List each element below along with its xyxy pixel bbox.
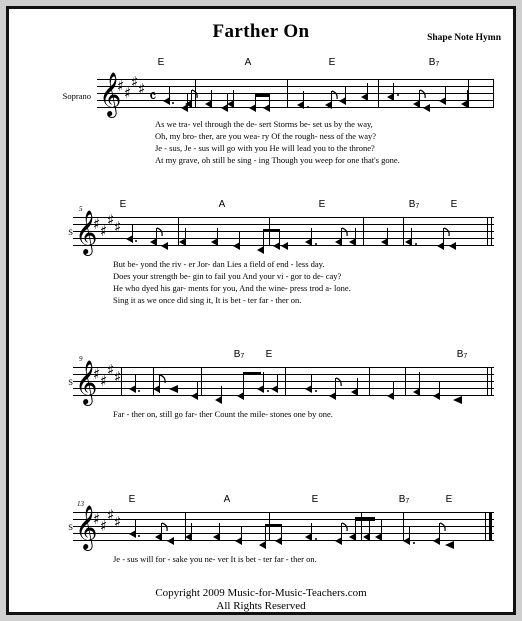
lyric-verse-line: Sing it as we once did sing it, It is be…	[113, 295, 302, 305]
page-margin: Farther On Shape Note Hymn Soprano E A E…	[0, 0, 522, 621]
lyric-verse-line: He who dyed his gar- ments for you, And …	[113, 283, 351, 293]
lyric-verse-line: As we tra- vel through the de- sert Stor…	[155, 119, 373, 129]
sheet-music-page: Farther On Shape Note Hymn Soprano E A E…	[9, 9, 513, 612]
svg-text:♯: ♯	[114, 513, 121, 531]
copyright-line-1: Copyright 2009 Music-for-Music-Teachers.…	[155, 587, 367, 599]
lyric-verse-line: Je - sus will for - sake you ne- ver It …	[113, 554, 317, 564]
page-frame-border: Farther On Shape Note Hymn Soprano E A E…	[6, 6, 516, 615]
lyric-verse-line: Je - sus, Je - sus will go with you He w…	[155, 143, 375, 153]
svg-text:𝄴: 𝄴	[149, 87, 157, 107]
svg-text:♯: ♯	[114, 218, 121, 236]
svg-text:♯: ♯	[114, 368, 121, 386]
copyright-line-2: All Rights Reserved	[216, 600, 306, 612]
lyric-verse-line: Does your strength be- gin to fail you A…	[113, 271, 342, 281]
lyric-verse-line: But be- yond the riv - er Jor- dan Lies …	[113, 259, 325, 269]
music-notation-system-1: 𝄞 ♯ ♯ ♯ ♯ 𝄴	[99, 72, 468, 118]
svg-text:♯: ♯	[138, 80, 145, 98]
lyric-verse-line: Oh, my bro- ther, are you wea- ry Of the…	[155, 131, 377, 141]
lyric-verse-line: At my grave, oh still be sing - ing Thou…	[155, 155, 400, 165]
lyric-verse-line: Far - ther on, still go far- ther Count …	[113, 409, 333, 419]
